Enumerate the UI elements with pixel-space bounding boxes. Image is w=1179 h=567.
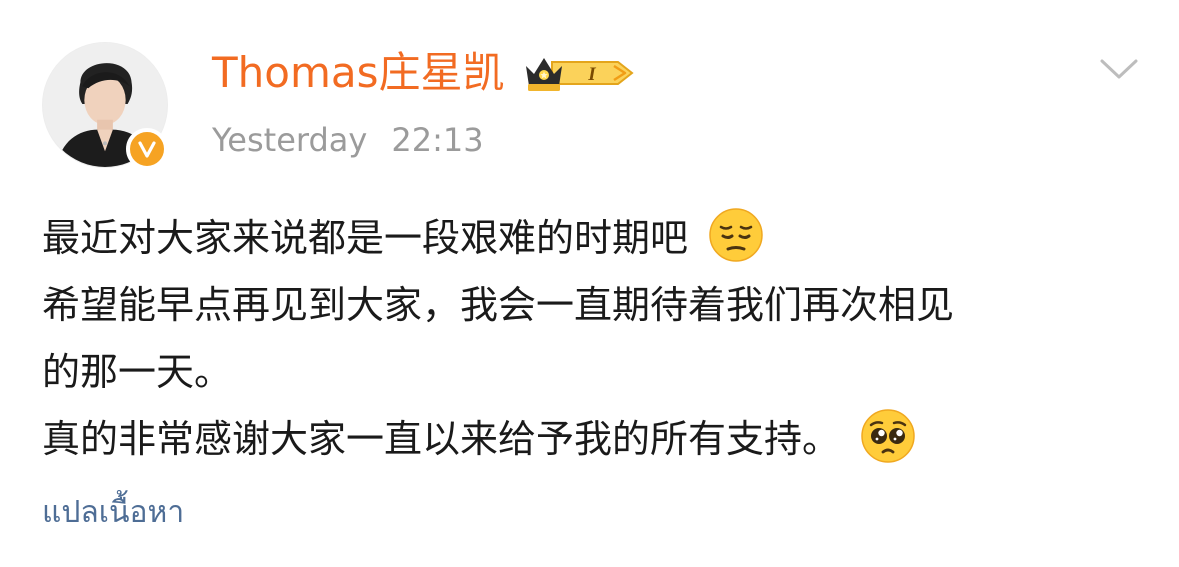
author-name[interactable]: Thomas庄星凯 [212,48,505,98]
chevron-down-icon [1100,59,1138,79]
pleading-face-emoji [860,408,916,464]
timestamp-time: 22:13 [391,121,484,159]
post-timestamp: Yesterday 22:13 [212,118,484,162]
content-line-1: 最近对大家来说都是一段艰难的时期吧 [42,205,1142,272]
membership-badge[interactable]: I [522,52,638,94]
translate-link[interactable]: แปลเนื้อหา [42,492,184,534]
content-line-2: 希望能早点再见到大家，我会一直期待着我们再次相见 [42,283,955,327]
crown-icon: I [526,58,634,91]
badge-level-text: I [587,64,596,85]
content-line-4: 真的非常感谢大家一直以来给予我的所有支持。 [42,406,1142,473]
post-menu-button[interactable] [1099,54,1139,84]
content-line-1-text: 最近对大家来说都是一段艰难的时期吧 [42,216,689,260]
content-line-3: 的那一天。 [42,350,233,394]
pensive-face-emoji [708,207,764,263]
timestamp-day: Yesterday [212,121,368,159]
content-line-4-text: 真的非常感谢大家一直以来给予我的所有支持。 [42,417,841,461]
post-content: 最近对大家来说都是一段艰难的时期吧 希望能早点再见到大家，我会一直期待着我们再次… [42,205,1142,473]
weibo-post: Thomas庄星凯 I Yesterday 22:13 最近对大家来说都是一段艰… [0,0,1179,567]
verified-badge [126,128,168,170]
verified-v-icon [138,141,156,158]
